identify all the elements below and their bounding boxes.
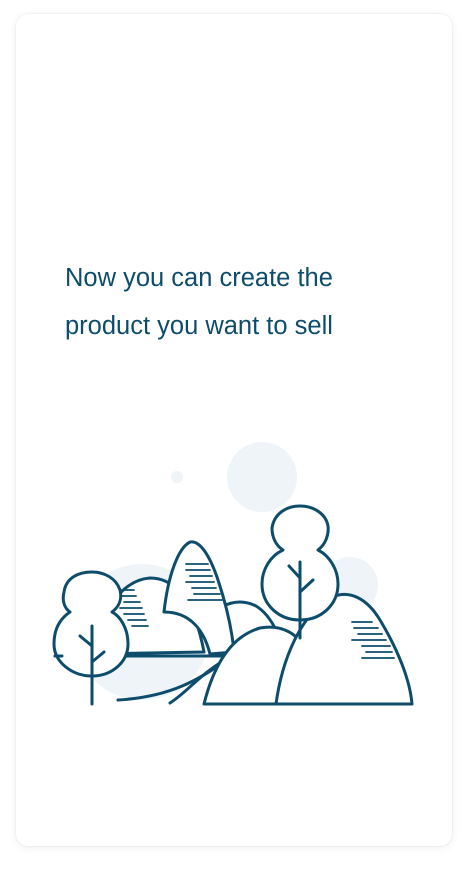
onboarding-card: Now you can create the product you want … — [16, 14, 452, 846]
landscape-lines — [52, 504, 414, 706]
landscape-trees-mountains-icon — [52, 442, 414, 706]
